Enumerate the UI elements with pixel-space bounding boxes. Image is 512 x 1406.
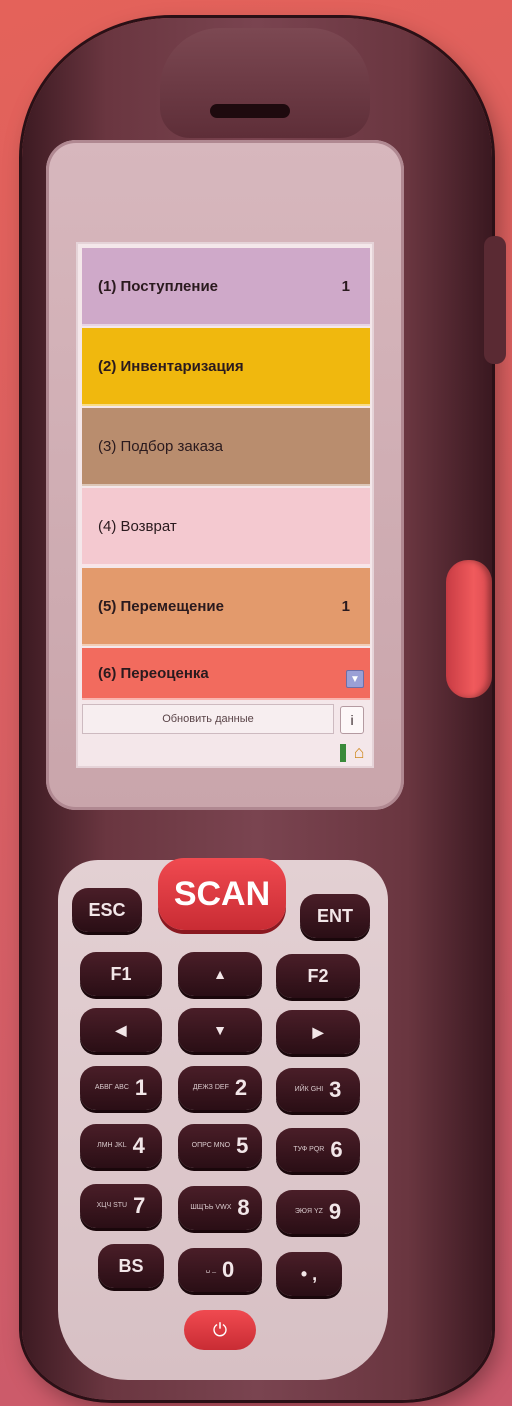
speaker-grill bbox=[210, 104, 290, 118]
speaker-housing bbox=[160, 28, 370, 138]
key-digit: 0 bbox=[222, 1257, 235, 1282]
key-4[interactable]: ЛМН JKL 4 bbox=[80, 1124, 162, 1168]
menu-item-count: 1 bbox=[341, 277, 350, 295]
key-letters: ДЕЖЗ DEF bbox=[192, 1084, 229, 1091]
key-digit: 4 bbox=[132, 1133, 145, 1158]
key-8[interactable]: ШЩЪЬ VWX 8 bbox=[178, 1186, 262, 1230]
side-scan-trigger[interactable] bbox=[446, 560, 492, 698]
menu-item-inventory[interactable]: (2) Инвентаризация bbox=[82, 328, 370, 406]
key-5[interactable]: ОПРС MNO 5 bbox=[178, 1124, 262, 1168]
menu-item-count: 1 bbox=[341, 597, 350, 615]
home-icon[interactable]: ⌂ bbox=[350, 742, 368, 762]
key-2[interactable]: ДЕЖЗ DEF 2 bbox=[178, 1066, 262, 1110]
esc-key[interactable]: ESC bbox=[72, 888, 142, 932]
info-button[interactable]: i bbox=[340, 706, 364, 734]
key-letters: ТУФ PQR bbox=[293, 1146, 325, 1153]
key-letters: АБВГ ABC bbox=[94, 1084, 129, 1091]
key-letters: ХЦЧ STU bbox=[96, 1202, 128, 1209]
chevron-down-icon[interactable]: ▼ bbox=[346, 670, 364, 688]
f2-key[interactable]: F2 bbox=[276, 954, 360, 998]
key-letters: ЭЮЯ YZ bbox=[294, 1208, 323, 1215]
refresh-data-button[interactable]: Обновить данные bbox=[82, 704, 334, 734]
right-arrow-key[interactable]: ▶ bbox=[276, 1010, 360, 1054]
menu-item-label: (3) Подбор заказа bbox=[98, 437, 223, 455]
scan-key[interactable]: SCAN bbox=[158, 858, 286, 930]
key-7[interactable]: ХЦЧ STU 7 bbox=[80, 1184, 162, 1228]
app-screen: (1) Поступление 1 (2) Инвентаризация (3)… bbox=[76, 242, 374, 768]
menu-item-label: (5) Перемещение bbox=[98, 597, 224, 615]
key-9[interactable]: ЭЮЯ YZ 9 bbox=[276, 1190, 360, 1234]
key-letters: ОПРС MNO bbox=[191, 1142, 231, 1149]
key-digit: 3 bbox=[329, 1077, 342, 1102]
key-letters: ИЙК GHI bbox=[294, 1086, 324, 1093]
menu-item-label: (2) Инвентаризация bbox=[98, 357, 244, 375]
menu-item-label: (6) Переоценка bbox=[98, 664, 209, 682]
menu-item-receipt[interactable]: (1) Поступление 1 bbox=[82, 248, 370, 326]
status-indicator bbox=[340, 744, 346, 762]
enter-key[interactable]: ENT bbox=[300, 894, 370, 938]
power-icon[interactable]: ⏻ bbox=[184, 1310, 256, 1350]
f1-key[interactable]: F1 bbox=[80, 952, 162, 996]
key-letters: ШЩЪЬ VWX bbox=[190, 1204, 232, 1211]
menu-item-order-picking[interactable]: (3) Подбор заказа bbox=[82, 408, 370, 486]
key-0[interactable]: ␣ _ 0 bbox=[178, 1248, 262, 1292]
side-volume-button[interactable] bbox=[484, 236, 506, 364]
key-letters: ␣ _ bbox=[205, 1266, 217, 1273]
backspace-key[interactable]: BS bbox=[98, 1244, 164, 1288]
key-6[interactable]: ТУФ PQR 6 bbox=[276, 1128, 360, 1172]
punctuation-key[interactable]: • , bbox=[276, 1252, 342, 1296]
key-digit: 6 bbox=[330, 1137, 343, 1162]
menu-item-return[interactable]: (4) Возврат bbox=[82, 488, 370, 566]
left-arrow-key[interactable]: ◀ bbox=[80, 1008, 162, 1052]
up-arrow-key[interactable]: ▲ bbox=[178, 952, 262, 996]
menu-item-repricing[interactable]: (6) Переоценка bbox=[82, 648, 370, 700]
menu-item-label: (4) Возврат bbox=[98, 517, 177, 535]
key-digit: 8 bbox=[237, 1195, 250, 1220]
menu-item-transfer[interactable]: (5) Перемещение 1 bbox=[82, 568, 370, 646]
key-digit: 2 bbox=[234, 1075, 248, 1100]
key-3[interactable]: ИЙК GHI 3 bbox=[276, 1068, 360, 1112]
down-arrow-key[interactable]: ▼ bbox=[178, 1008, 262, 1052]
key-digit: 9 bbox=[328, 1199, 342, 1224]
menu-item-label: (1) Поступление bbox=[98, 277, 219, 295]
keypad-plate bbox=[58, 860, 388, 1380]
key-digit: 7 bbox=[133, 1193, 146, 1218]
key-digit: 5 bbox=[236, 1133, 249, 1158]
key-1[interactable]: АБВГ ABC 1 bbox=[80, 1066, 162, 1110]
key-digit: 1 bbox=[134, 1075, 148, 1100]
key-letters: ЛМН JKL bbox=[97, 1142, 127, 1149]
